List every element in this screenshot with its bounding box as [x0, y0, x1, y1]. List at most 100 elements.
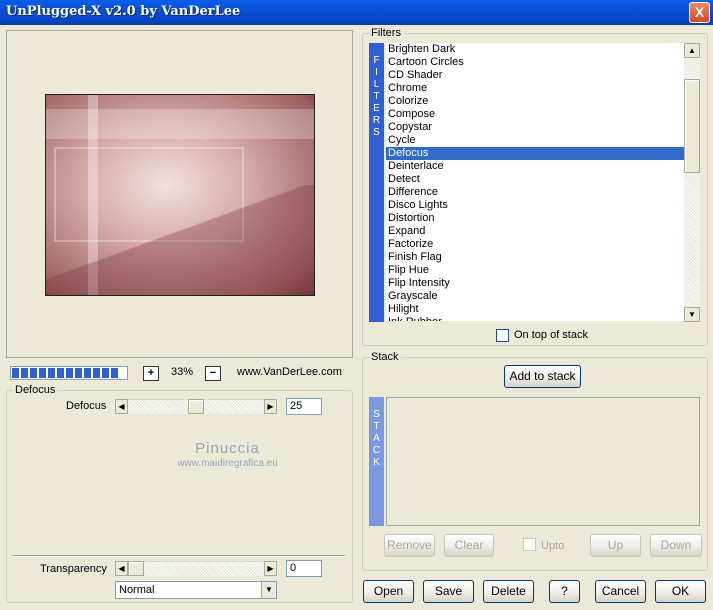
filter-item[interactable]: Colorize [386, 95, 684, 108]
upto-label: Upto [541, 540, 565, 552]
remove-button[interactable]: Remove [384, 534, 435, 557]
filter-list[interactable]: Brighten Dark Cartoon Circles CD Shader Chr… [386, 43, 684, 321]
vertical-tab-letter: S [373, 409, 380, 420]
watermark-name: Pinuccia [195, 440, 260, 457]
stack-vertical-tab: STACK [369, 397, 384, 526]
stack-list[interactable] [386, 397, 700, 526]
filter-item[interactable]: Compose [386, 108, 684, 121]
down-button[interactable]: Down [650, 534, 702, 557]
progress-segment [21, 368, 28, 378]
filter-item[interactable]: Expand [386, 225, 684, 238]
defocus-value-input[interactable]: 25 [286, 398, 322, 415]
website-link[interactable]: www.VanDerLee.com [237, 366, 342, 378]
vertical-tab-letter: F [373, 55, 380, 66]
progress-segment [39, 368, 46, 378]
on-top-checkbox[interactable] [496, 329, 509, 342]
vertical-tab-letter: S [373, 127, 380, 138]
filter-item[interactable]: Flip Intensity [386, 277, 684, 290]
vertical-tab-letter: C [372, 445, 381, 456]
vertical-tab-letter: I [375, 67, 378, 78]
chevron-down-icon[interactable]: ▼ [261, 582, 276, 598]
add-to-stack-button[interactable]: Add to stack [504, 365, 581, 388]
open-button[interactable]: Open [363, 580, 414, 603]
zoom-in-button[interactable]: + [143, 366, 159, 381]
filter-item[interactable]: Ink Rubber [386, 316, 684, 321]
defocus-slider-right-icon[interactable]: ▶ [264, 399, 277, 414]
delete-button[interactable]: Delete [483, 580, 534, 603]
progress-segment [102, 368, 109, 378]
progress-segment [66, 368, 73, 378]
progress-segment [30, 368, 37, 378]
progress-segment [111, 368, 118, 378]
filter-item[interactable]: Cycle [386, 134, 684, 147]
ok-button[interactable]: OK [655, 580, 706, 603]
transparency-slider-left-icon[interactable]: ◀ [115, 561, 128, 576]
filter-item[interactable]: Factorize [386, 238, 684, 251]
transparency-value-input[interactable]: 0 [286, 560, 322, 577]
filter-item[interactable]: Deinterlace [386, 160, 684, 173]
vertical-tab-letter: K [373, 457, 380, 468]
filter-item[interactable]: CD Shader [386, 69, 684, 82]
transparency-slider-right-icon[interactable]: ▶ [264, 561, 277, 576]
transparency-slider-thumb[interactable] [128, 561, 144, 576]
filter-list-scrollbar[interactable]: ▲ ▼ [684, 43, 700, 322]
filters-group-label: Filters [369, 27, 403, 39]
title-bar: UnPlugged-X v2.0 by VanDerLee X [0, 0, 713, 25]
filter-item[interactable]: Finish Flag [386, 251, 684, 264]
divider [12, 555, 345, 557]
zoom-level: 33% [170, 366, 194, 378]
progress-segment [75, 368, 82, 378]
window-title: UnPlugged-X v2.0 by VanDerLee [6, 4, 241, 19]
filter-item[interactable]: Defocus [386, 147, 684, 160]
progress-bar [10, 366, 128, 380]
filter-item[interactable]: Distortion [386, 212, 684, 225]
filter-item[interactable]: Flip Hue [386, 264, 684, 277]
filter-item[interactable]: Difference [386, 186, 684, 199]
progress-segment [48, 368, 55, 378]
filter-item[interactable]: Hilight [386, 303, 684, 316]
filter-item[interactable]: Detect [386, 173, 684, 186]
transparency-slider-track[interactable] [128, 561, 264, 576]
vertical-tab-letter: T [373, 421, 380, 432]
cancel-button[interactable]: Cancel [595, 580, 646, 603]
watermark: Pinuccia www.maidiregrafica.eu [120, 440, 335, 469]
blend-mode-select[interactable]: Normal ▼ [115, 581, 277, 599]
defocus-slider-thumb[interactable] [188, 399, 204, 414]
progress-segment [12, 368, 19, 378]
progress-segment [93, 368, 100, 378]
zoom-out-button[interactable]: − [205, 366, 221, 381]
defocus-slider-left-icon[interactable]: ◀ [115, 399, 128, 414]
filter-item[interactable]: Grayscale [386, 290, 684, 303]
progress-segment [84, 368, 91, 378]
blend-mode-value: Normal [119, 584, 155, 596]
scroll-up-icon[interactable]: ▲ [684, 43, 700, 58]
clear-button[interactable]: Clear [444, 534, 494, 557]
preview-pane [6, 30, 353, 358]
vertical-tab-letter: R [372, 115, 381, 126]
defocus-group-label: Defocus [13, 384, 58, 396]
filter-item[interactable]: Copystar [386, 121, 684, 134]
up-button[interactable]: Up [590, 534, 641, 557]
vertical-tab-letter: E [373, 103, 380, 114]
filters-vertical-tab: FILTERS [369, 43, 384, 322]
close-button[interactable]: X [689, 2, 710, 23]
progress-segment [57, 368, 64, 378]
watermark-url: www.maidiregrafica.eu [177, 458, 278, 469]
stack-group-label: Stack [369, 351, 401, 363]
transparency-label: Transparency [40, 563, 107, 575]
upto-checkbox[interactable] [523, 538, 536, 551]
filter-item[interactable]: Cartoon Circles [386, 56, 684, 69]
filter-item[interactable]: Disco Lights [386, 199, 684, 212]
filter-item[interactable]: Chrome [386, 82, 684, 95]
vertical-tab-letter: A [373, 433, 380, 444]
defocus-param-label: Defocus [66, 400, 107, 412]
help-button[interactable]: ? [549, 580, 580, 603]
scroll-thumb[interactable] [684, 79, 700, 173]
preview-image[interactable] [45, 94, 315, 296]
vertical-tab-letter: L [373, 79, 380, 90]
save-button[interactable]: Save [423, 580, 474, 603]
vertical-tab-letter: T [373, 91, 380, 102]
scroll-down-icon[interactable]: ▼ [684, 307, 700, 322]
on-top-label: On top of stack [514, 329, 588, 341]
filter-item[interactable]: Brighten Dark [386, 43, 684, 56]
